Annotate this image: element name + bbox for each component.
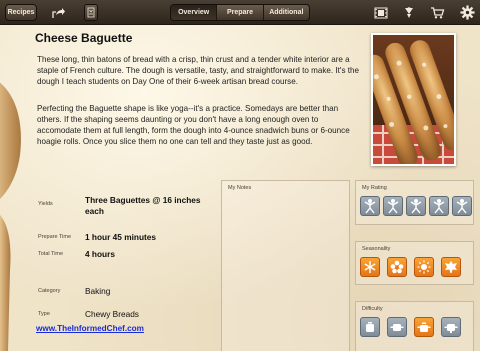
pan-icon bbox=[444, 324, 458, 333]
season-fall[interactable] bbox=[441, 257, 461, 277]
tab-overview[interactable]: Overview bbox=[171, 5, 218, 20]
website-link[interactable]: www.TheInformedChef.com bbox=[36, 324, 144, 333]
chef-figure-icon bbox=[456, 199, 468, 214]
rating-star-3[interactable] bbox=[406, 196, 426, 216]
cart-icon[interactable] bbox=[428, 4, 446, 21]
snowflake-icon bbox=[364, 261, 376, 273]
category-value: Baking bbox=[85, 286, 111, 296]
season-summer[interactable] bbox=[414, 257, 434, 277]
recipe-description-1: These long, thin batons of bread with a … bbox=[37, 55, 360, 86]
difficulty-level-4[interactable] bbox=[441, 317, 461, 337]
flower-icon bbox=[390, 260, 404, 274]
recipe-photo bbox=[371, 33, 456, 166]
difficulty-level-1[interactable] bbox=[360, 317, 380, 337]
chef-figure-icon bbox=[433, 199, 445, 214]
yields-value: Three Baguettes @ 16 inches each bbox=[85, 195, 201, 216]
notes-title: My Notes bbox=[228, 185, 252, 191]
difficulty-level-3[interactable] bbox=[414, 317, 434, 337]
total-time-label: Total Time bbox=[38, 251, 64, 257]
season-spring[interactable] bbox=[387, 257, 407, 277]
recipe-description-2: Perfecting the Baguette shape is like yo… bbox=[37, 104, 350, 146]
difficulty-title: Difficulty bbox=[362, 306, 383, 312]
view-tabs: Overview Prepare Additional bbox=[170, 4, 310, 21]
category-label: Category bbox=[38, 288, 61, 294]
rating-star-1[interactable] bbox=[360, 196, 380, 216]
seasonality-panel: Seasonality bbox=[355, 241, 474, 285]
rating-star-4[interactable] bbox=[429, 196, 449, 216]
rating-star-5[interactable] bbox=[452, 196, 472, 216]
prepare-time-label: Prepare Time bbox=[38, 234, 72, 240]
top-toolbar: Recipes Overview Prepare Additional bbox=[0, 0, 480, 25]
prepare-time-value: 1 hour 45 minutes bbox=[85, 232, 157, 242]
food-icon[interactable] bbox=[400, 4, 418, 21]
difficulty-panel: Difficulty bbox=[355, 301, 474, 351]
season-winter[interactable] bbox=[360, 257, 380, 277]
pot-icon bbox=[366, 322, 374, 332]
rating-panel: My Rating bbox=[355, 180, 474, 225]
sun-icon bbox=[417, 260, 431, 274]
rating-title: My Rating bbox=[362, 185, 387, 191]
difficulty-level-2[interactable] bbox=[387, 317, 407, 337]
recipe-title: Cheese Baguette bbox=[35, 31, 133, 45]
notes-panel[interactable]: My Notes bbox=[221, 180, 350, 351]
film-icon[interactable] bbox=[372, 4, 390, 21]
pan-icon bbox=[390, 324, 404, 331]
tab-additional[interactable]: Additional bbox=[264, 5, 309, 20]
tab-prepare[interactable]: Prepare bbox=[217, 5, 264, 20]
type-value: Chewy Breads bbox=[85, 309, 139, 319]
recipes-button[interactable]: Recipes bbox=[5, 4, 37, 21]
yields-label: Yields bbox=[38, 201, 53, 207]
share-icon[interactable] bbox=[50, 4, 68, 21]
pot-icon bbox=[417, 322, 431, 332]
bookmark-icon[interactable] bbox=[84, 4, 98, 21]
total-time-value: 4 hours bbox=[85, 249, 115, 259]
chef-figure-icon bbox=[410, 199, 422, 214]
type-label: Type bbox=[38, 311, 50, 317]
chef-figure-icon bbox=[387, 199, 399, 214]
leaf-icon bbox=[445, 261, 457, 273]
chef-figure-icon bbox=[364, 199, 376, 214]
gear-icon[interactable] bbox=[458, 4, 476, 21]
seasonality-title: Seasonality bbox=[362, 246, 391, 252]
rating-star-2[interactable] bbox=[383, 196, 403, 216]
